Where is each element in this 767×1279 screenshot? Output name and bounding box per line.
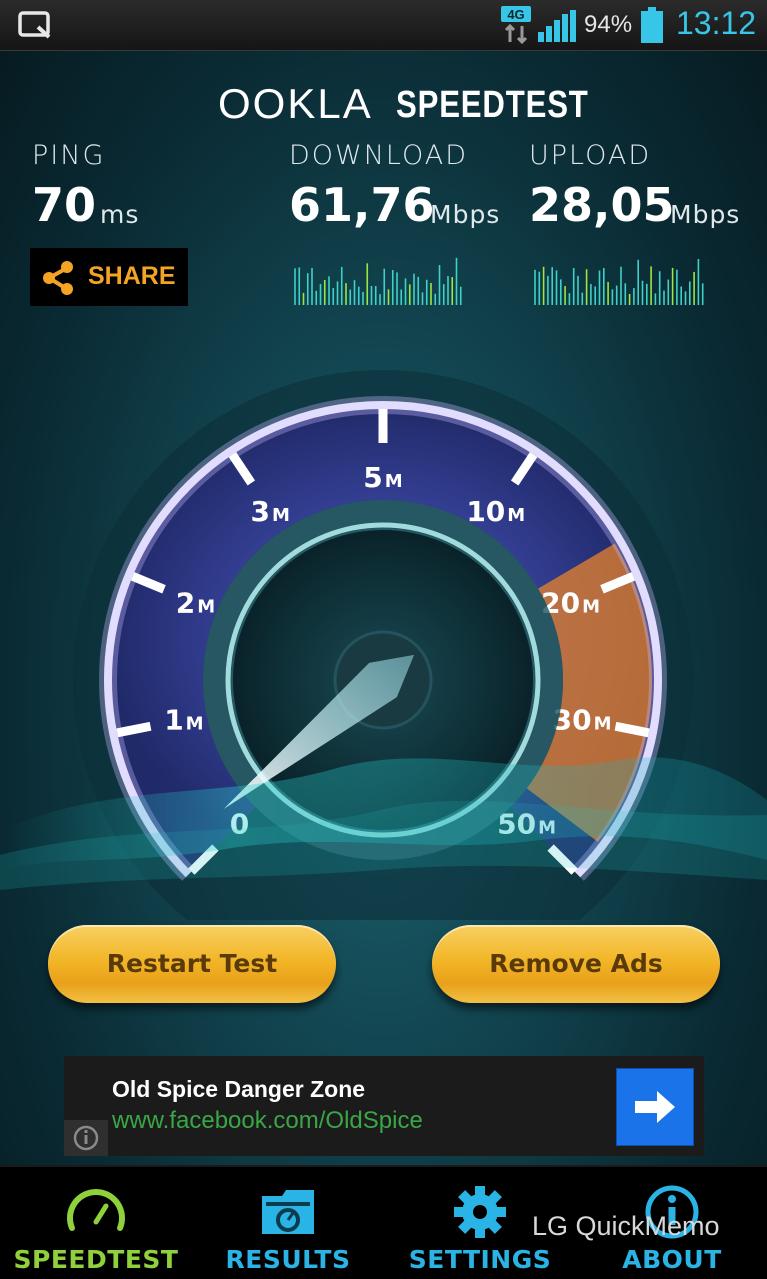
- nav-item-results[interactable]: RESULTS: [193, 1167, 383, 1279]
- restart-test-label: Restart Test: [106, 949, 278, 978]
- upload-label: UPLOAD: [529, 140, 652, 171]
- upload-sparkline: [534, 258, 704, 305]
- status-clock: 13:12: [676, 5, 757, 41]
- nav-label-about: ABOUT: [622, 1245, 722, 1274]
- nav-item-speedtest[interactable]: SPEEDTEST: [1, 1167, 191, 1279]
- remove-ads-button[interactable]: Remove Ads: [432, 925, 720, 1003]
- product-name: SPEEDTEST: [396, 84, 589, 126]
- share-button[interactable]: SHARE: [30, 248, 188, 306]
- download-value: 61,76: [289, 178, 435, 232]
- speed-gauge: 01M2M3M5M10M20M30M50M: [0, 370, 767, 920]
- nav-label-speedtest: SPEEDTEST: [13, 1245, 179, 1274]
- battery-icon: [641, 7, 663, 43]
- ad-info-button[interactable]: [64, 1120, 108, 1156]
- nav-label-results: RESULTS: [225, 1245, 351, 1274]
- network-type: 4G: [507, 7, 524, 22]
- download-unit: Mbps: [430, 200, 501, 229]
- ping-unit: ms: [100, 200, 140, 229]
- ad-url: www.facebook.com/OldSpice: [112, 1107, 423, 1134]
- signal-strength-icon: [538, 10, 576, 42]
- brand-name: OOKLA: [218, 80, 373, 127]
- arrow-right-icon: [635, 1091, 675, 1123]
- upload-value: 28,05: [529, 178, 675, 232]
- share-label: SHARE: [88, 262, 176, 290]
- speedtest-app: 4G 94% 13:12 OOKLA SPEEDTEST PING 70 ms …: [0, 0, 767, 1279]
- ookla-speedtest-logo: OOKLA SPEEDTEST: [218, 78, 588, 128]
- ad-banner[interactable]: Old Spice Danger Zone www.facebook.com/O…: [64, 1056, 704, 1156]
- download-label: DOWNLOAD: [289, 140, 469, 171]
- status-bar: 4G 94% 13:12: [0, 0, 767, 51]
- restart-test-button[interactable]: Restart Test: [48, 925, 336, 1003]
- battery-percent: 94%: [584, 11, 633, 38]
- info-icon: [73, 1125, 99, 1151]
- ping-label: PING: [32, 140, 106, 171]
- ad-go-button[interactable]: [616, 1068, 694, 1146]
- share-icon: [43, 261, 73, 295]
- download-sparkline: [294, 257, 462, 305]
- network-4g-icon: 4G: [501, 6, 531, 44]
- ad-title: Old Spice Danger Zone: [112, 1076, 366, 1102]
- nav-label-settings: SETTINGS: [408, 1245, 552, 1274]
- remove-ads-label: Remove Ads: [489, 949, 663, 978]
- gear-icon: [454, 1186, 506, 1238]
- quickmemo-status-icon: [18, 11, 51, 39]
- upload-unit: Mbps: [670, 200, 741, 229]
- ping-value: 70: [32, 178, 97, 232]
- speedometer-icon: [67, 1189, 125, 1231]
- results-folder-icon: [262, 1190, 314, 1234]
- quickmemo-overlay-text: LG QuickMemo: [532, 1211, 720, 1241]
